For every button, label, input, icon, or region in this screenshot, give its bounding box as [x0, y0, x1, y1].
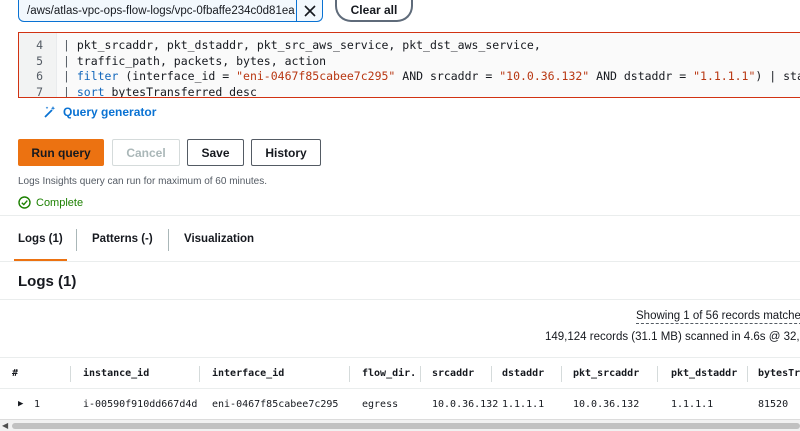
- column-divider[interactable]: [349, 366, 350, 382]
- query-generator-link[interactable]: Query generator: [43, 105, 156, 119]
- column-divider[interactable]: [657, 366, 658, 382]
- logs-title: Logs (1): [18, 273, 77, 290]
- tab-logs[interactable]: Logs (1): [14, 224, 67, 262]
- code-line: 7 | sort bytesTransferred desc: [19, 84, 800, 98]
- scroll-left-icon[interactable]: ◀: [2, 421, 8, 430]
- scrollbar-thumb[interactable]: [12, 423, 800, 429]
- column-divider[interactable]: [199, 366, 200, 382]
- query-status: Complete: [18, 196, 83, 209]
- code-string: "10.0.36.132": [499, 69, 590, 83]
- code-text: ) | stats su: [755, 69, 800, 83]
- code-text: (interface_id =: [118, 69, 237, 83]
- save-button[interactable]: Save: [187, 139, 244, 166]
- line-number: 6: [36, 69, 43, 83]
- code-string: "eni-0467f85cabee7c295": [236, 69, 396, 83]
- cancel-button[interactable]: Cancel: [112, 139, 180, 166]
- line-number: 4: [36, 38, 43, 52]
- tab-patterns[interactable]: Patterns (-): [92, 224, 153, 254]
- line-number: 7: [36, 85, 43, 98]
- column-header-flow-direction[interactable]: flow_dir...: [362, 358, 418, 388]
- clear-all-button[interactable]: Clear all: [335, 0, 413, 22]
- code-line: 5 | traffic_path, packets, bytes, action: [19, 53, 800, 69]
- tab-visualization[interactable]: Visualization: [184, 224, 254, 254]
- results-tabs: Logs (1) Patterns (-) Visualization: [0, 224, 800, 262]
- remove-log-group-button[interactable]: [296, 0, 322, 21]
- code-pipe: |: [63, 85, 77, 98]
- history-button[interactable]: History: [251, 139, 321, 166]
- log-group-chip: /aws/atlas-vpc-ops-flow-logs/vpc-0fbaffe…: [18, 0, 323, 22]
- code-string: "1.1.1.1": [693, 69, 756, 83]
- cell-instance-id: i-00590f910dd667d4d: [83, 398, 198, 410]
- query-duration-hint: Logs Insights query can run for maximum …: [18, 176, 268, 187]
- cell-pkt-srcaddr: 10.0.36.132: [573, 398, 640, 410]
- caret-right-icon: ▶: [18, 399, 24, 409]
- records-matched-summary[interactable]: Showing 1 of 56 records matched: [636, 310, 800, 324]
- log-group-name: /aws/atlas-vpc-ops-flow-logs/vpc-0fbaffe…: [27, 4, 295, 17]
- code-text: pkt_srcaddr, pkt_dstaddr, pkt_src_aws_se…: [76, 38, 541, 52]
- cell-pkt-dstaddr: 1.1.1.1: [671, 398, 714, 410]
- column-divider[interactable]: [491, 366, 492, 382]
- code-line: 6 | filter (interface_id = "eni-0467f85c…: [19, 68, 800, 84]
- cell-dstaddr: 1.1.1.1: [502, 398, 545, 410]
- code-pipe: |: [63, 69, 77, 83]
- horizontal-scrollbar[interactable]: ◀: [0, 419, 800, 431]
- column-header-instance-id[interactable]: instance_id: [83, 358, 193, 388]
- expand-row-toggle[interactable]: ▶: [18, 390, 23, 418]
- code-pipe: |: [63, 38, 77, 52]
- code-text: bytesTransferred desc: [104, 85, 257, 98]
- column-header-interface-id[interactable]: interface_id: [212, 358, 347, 388]
- column-header-bytes-transferred[interactable]: bytesTra: [758, 358, 800, 388]
- code-pipe: |: [63, 54, 77, 68]
- code-text: AND srcaddr =: [395, 69, 500, 83]
- column-divider[interactable]: [420, 366, 421, 382]
- column-header-pkt-srcaddr[interactable]: pkt_srcaddr: [573, 358, 653, 388]
- cell-interface-id: eni-0467f85cabee7c295: [212, 398, 339, 410]
- column-divider[interactable]: [561, 366, 562, 382]
- query-editor[interactable]: 4 | pkt_srcaddr, pkt_dstaddr, pkt_src_aw…: [18, 32, 800, 98]
- divider: [0, 299, 800, 300]
- cell-srcaddr: 10.0.36.132: [432, 398, 499, 410]
- divider: [0, 215, 800, 216]
- tab-divider: [168, 229, 169, 251]
- code-text: traffic_path, packets, bytes, action: [76, 54, 327, 68]
- tab-divider: [76, 229, 77, 251]
- column-header-srcaddr[interactable]: srcaddr: [432, 358, 492, 388]
- run-query-button[interactable]: Run query: [18, 139, 104, 166]
- close-icon: [303, 5, 316, 17]
- cell-bytes-transferred: 81520: [758, 398, 789, 410]
- query-generator-label: Query generator: [63, 105, 157, 119]
- status-label: Complete: [36, 196, 84, 209]
- line-number: 5: [36, 54, 43, 68]
- column-divider[interactable]: [747, 366, 748, 382]
- table-row[interactable]: ▶ 1 i-00590f910dd667d4d eni-0467f85cabee…: [0, 390, 800, 418]
- column-header-dstaddr[interactable]: dstaddr: [502, 358, 562, 388]
- column-header-pkt-dstaddr[interactable]: pkt_dstaddr: [671, 358, 745, 388]
- code-keyword: filter: [76, 69, 119, 83]
- cell-flow-direction: egress: [362, 398, 399, 410]
- check-circle-icon: [18, 196, 31, 209]
- magic-wand-icon: [44, 106, 56, 118]
- code-keyword: sort: [76, 85, 105, 98]
- row-index: 1: [34, 398, 41, 410]
- table-header: # instance_id interface_id flow_dir... s…: [0, 357, 800, 389]
- code-text: AND dstaddr =: [589, 69, 694, 83]
- column-header-index: #: [12, 367, 19, 379]
- column-divider[interactable]: [70, 366, 71, 382]
- records-scanned-summary: 149,124 records (31.1 MB) scanned in 4.6…: [545, 331, 800, 343]
- code-line: 4 | pkt_srcaddr, pkt_dstaddr, pkt_src_aw…: [19, 37, 800, 53]
